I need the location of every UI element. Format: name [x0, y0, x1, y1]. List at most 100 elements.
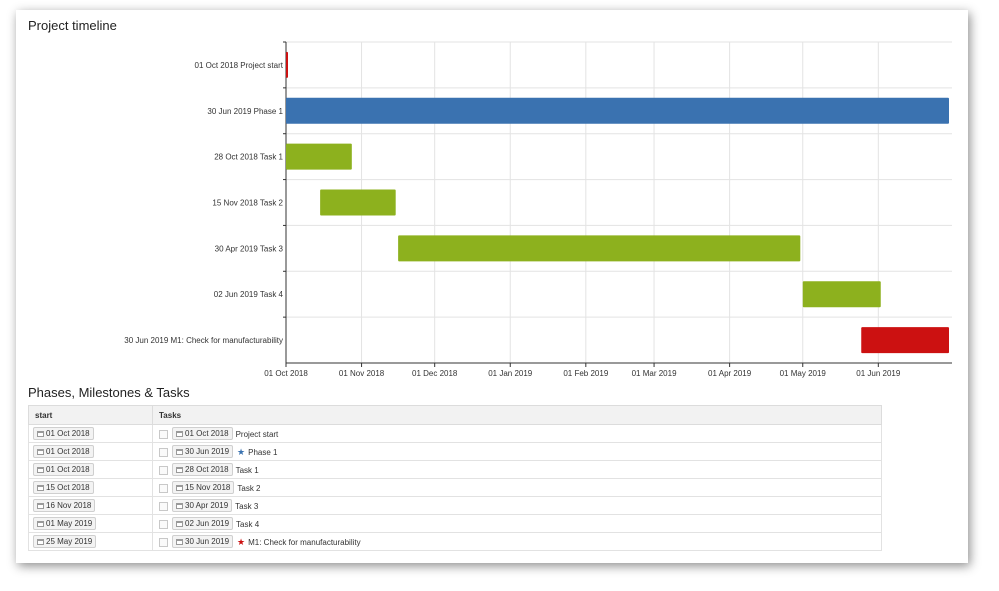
calendar-icon — [37, 466, 44, 473]
task-cell: 02 Jun 2019 Task 4 — [152, 514, 882, 533]
task-checkbox[interactable] — [159, 429, 168, 439]
start-date-value: 01 May 2019 — [46, 519, 93, 528]
calendar-icon — [37, 538, 44, 545]
table-row[interactable]: 16 Nov 2018 30 Apr 2019 Task 3 — [28, 496, 882, 515]
end-date-value: 28 Oct 2018 — [185, 465, 229, 474]
x-tick-label: 01 Mar 2019 — [632, 369, 677, 378]
start-cell: 01 May 2019 — [28, 514, 153, 533]
x-tick-label: 01 Jun 2019 — [856, 369, 901, 378]
start-date-value: 25 May 2019 — [46, 537, 93, 546]
row-label: 28 Oct 2018 Task 1 — [214, 153, 283, 162]
start-date-value: 15 Oct 2018 — [46, 483, 90, 492]
gantt-bar — [286, 143, 352, 170]
red-star-icon: ★ — [237, 536, 246, 547]
calendar-icon — [176, 520, 183, 527]
end-date-value: 01 Oct 2018 — [185, 429, 229, 438]
task-checkbox[interactable] — [159, 483, 168, 493]
table-row[interactable]: 15 Oct 2018 15 Nov 2018 Task 2 — [28, 478, 882, 497]
table-body: 01 Oct 2018 01 Oct 2018 Project start 01 Oc… — [28, 424, 882, 551]
end-date-value: 30 Jun 2019 — [185, 537, 230, 546]
x-tick-label: 01 Oct 2018 — [264, 369, 308, 378]
gantt-bar — [802, 281, 881, 308]
start-date-value: 01 Oct 2018 — [46, 465, 90, 474]
gantt-bar — [398, 235, 801, 262]
task-name: Task 2 — [237, 483, 261, 493]
task-checkbox[interactable] — [159, 519, 168, 529]
task-name: M1: Check for manufacturability — [248, 537, 361, 547]
x-tick-label: 01 Nov 2018 — [339, 369, 385, 378]
task-cell: 28 Oct 2018 Task 1 — [152, 460, 882, 479]
end-date-value: 30 Jun 2019 — [185, 447, 230, 456]
task-checkbox[interactable] — [159, 537, 168, 547]
task-name: Project start — [235, 429, 279, 439]
task-checkbox[interactable] — [159, 465, 168, 475]
end-date-picker[interactable]: 02 Jun 2019 — [172, 517, 234, 530]
start-cell: 15 Oct 2018 — [28, 478, 153, 497]
start-date-value: 16 Nov 2018 — [46, 501, 92, 510]
row-label: 15 Nov 2018 Task 2 — [212, 199, 283, 208]
calendar-icon — [37, 430, 44, 437]
row-label: 02 Jun 2019 Task 4 — [214, 290, 284, 299]
calendar-icon — [176, 430, 183, 437]
gantt-bar — [286, 97, 949, 124]
row-label: 30 Apr 2019 Task 3 — [215, 244, 284, 253]
x-tick-label: 01 Jan 2019 — [488, 369, 533, 378]
start-date-value: 01 Oct 2018 — [46, 429, 90, 438]
column-header-tasks[interactable]: Tasks — [152, 405, 882, 425]
row-label: 30 Jun 2019 Phase 1 — [207, 107, 283, 116]
column-header-start[interactable]: start — [28, 405, 153, 425]
start-cell: 01 Oct 2018 — [28, 424, 153, 443]
start-date-picker[interactable]: 01 May 2019 — [33, 517, 97, 530]
table-row[interactable]: 01 Oct 2018 01 Oct 2018 Project start — [28, 424, 882, 443]
x-tick-label: 01 Feb 2019 — [563, 369, 608, 378]
gantt-bar — [320, 189, 396, 216]
project-card: Project timeline 01 Oct 2018 Project sta… — [16, 10, 968, 563]
blue-star-icon: ★ — [237, 446, 246, 457]
table-row[interactable]: 01 Oct 2018 30 Jun 2019 ★ Phase 1 — [28, 442, 882, 461]
x-tick-label: 01 Dec 2018 — [412, 369, 458, 378]
end-date-picker[interactable]: 30 Jun 2019 — [172, 535, 234, 548]
gantt-bar — [861, 327, 949, 354]
task-cell: 30 Jun 2019 ★ M1: Check for manufacturabil… — [152, 532, 882, 551]
table-row[interactable]: 25 May 2019 30 Jun 2019 ★ M1: Check for man… — [28, 532, 882, 551]
start-date-picker[interactable]: 15 Oct 2018 — [33, 481, 94, 494]
task-name: Phase 1 — [248, 447, 278, 457]
table-header-row: start Tasks — [28, 405, 882, 425]
task-cell: 30 Jun 2019 ★ Phase 1 — [152, 442, 882, 461]
end-date-picker[interactable]: 01 Oct 2018 — [172, 427, 233, 440]
start-date-picker[interactable]: 01 Oct 2018 — [33, 445, 94, 458]
start-date-picker[interactable]: 16 Nov 2018 — [33, 499, 96, 512]
start-cell: 01 Oct 2018 — [28, 442, 153, 461]
task-name: Task 4 — [236, 519, 260, 529]
task-checkbox[interactable] — [159, 501, 168, 511]
end-date-picker[interactable]: 28 Oct 2018 — [172, 463, 233, 476]
gantt-chart: 01 Oct 2018 Project start 30 Jun 2019 Pha… — [124, 41, 952, 378]
calendar-icon — [176, 448, 183, 455]
start-cell: 16 Nov 2018 — [28, 496, 153, 515]
start-date-picker[interactable]: 01 Oct 2018 — [33, 427, 94, 440]
end-date-value: 30 Apr 2019 — [185, 501, 229, 510]
task-name: Task 1 — [235, 465, 259, 475]
start-date-picker[interactable]: 01 Oct 2018 — [33, 463, 94, 476]
start-date-picker[interactable]: 25 May 2019 — [33, 535, 97, 548]
calendar-icon — [37, 520, 44, 527]
x-tick-label: 01 Apr 2019 — [708, 369, 752, 378]
calendar-icon — [37, 448, 44, 455]
row-label: 01 Oct 2018 Project start — [195, 61, 284, 70]
end-date-picker[interactable]: 30 Jun 2019 — [172, 445, 234, 458]
end-date-value: 15 Nov 2018 — [185, 483, 231, 492]
calendar-icon — [176, 484, 183, 491]
row-label: 30 Jun 2019 M1: Check for manufacturabil… — [124, 336, 283, 345]
end-date-picker[interactable]: 30 Apr 2019 — [172, 499, 233, 512]
table-title: Phases, Milestones & Tasks — [28, 385, 190, 400]
end-date-picker[interactable]: 15 Nov 2018 — [172, 481, 235, 494]
table-row[interactable]: 01 May 2019 02 Jun 2019 Task 4 — [28, 514, 882, 533]
tasks-table: start Tasks 01 Oct 2018 01 Oct 2018 Projec… — [28, 405, 882, 551]
calendar-icon — [37, 484, 44, 491]
task-cell: 15 Nov 2018 Task 2 — [152, 478, 882, 497]
start-date-value: 01 Oct 2018 — [46, 447, 90, 456]
task-cell: 01 Oct 2018 Project start — [152, 424, 882, 443]
table-row[interactable]: 01 Oct 2018 28 Oct 2018 Task 1 — [28, 460, 882, 479]
task-checkbox[interactable] — [159, 447, 168, 457]
calendar-icon — [176, 466, 183, 473]
